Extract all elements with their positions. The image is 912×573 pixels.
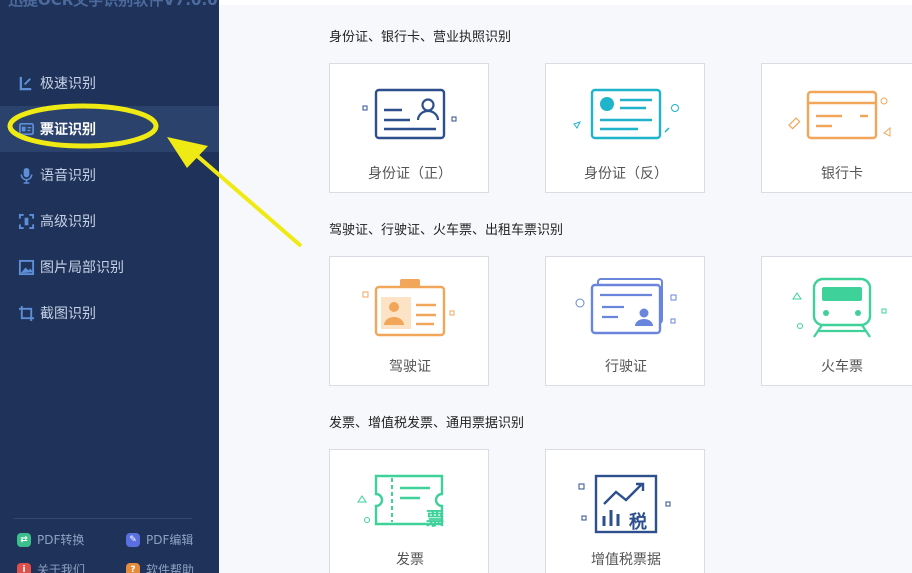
train-ticket-card[interactable]: 火车票 bbox=[761, 256, 912, 386]
speed-recognition-icon bbox=[17, 74, 35, 92]
pdf-edit-icon: ✎ bbox=[126, 532, 140, 547]
card-label: 驾驶证 bbox=[389, 359, 431, 375]
tool-link-label: PDF转换 bbox=[37, 533, 85, 547]
tool-link-label: 关于我们 bbox=[37, 563, 86, 573]
card-label: 银行卡 bbox=[821, 166, 863, 182]
sidebar-item-voice-recognition[interactable]: 语音识别 bbox=[0, 152, 219, 198]
sidebar-item-card-recognition[interactable]: 票证识别 bbox=[0, 106, 219, 152]
id-card-back-icon bbox=[573, 88, 679, 140]
sidebar-item-label: 图片局部识别 bbox=[40, 260, 124, 276]
card-label: 增值税票据 bbox=[591, 552, 661, 568]
sidebar-item-image-region[interactable]: 图片局部识别 bbox=[0, 244, 219, 290]
tool-link-label: PDF编辑 bbox=[146, 533, 194, 547]
card-label: 身份证（反） bbox=[584, 166, 668, 182]
id-card-front-card[interactable]: 身份证（正） bbox=[329, 63, 489, 193]
pdf-convert-icon: ⇄ bbox=[17, 532, 31, 547]
microphone-icon bbox=[17, 166, 35, 184]
invoice-icon: 票 bbox=[357, 474, 444, 530]
about-link[interactable]: i 关于我们 bbox=[17, 561, 85, 573]
driver-license-icon bbox=[362, 279, 455, 337]
section-title-invoice: 发票、增值税发票、通用票据识别 bbox=[329, 416, 525, 431]
sidebar-nav: 极速识别 票证识别 语音识别 高级识别 图片局部识别 截图识别 bbox=[0, 60, 219, 336]
advanced-scan-icon bbox=[17, 212, 35, 230]
card-label: 火车票 bbox=[821, 359, 863, 375]
sidebar-item-label: 高级识别 bbox=[40, 214, 96, 230]
vehicle-license-card[interactable]: 行驶证 bbox=[545, 256, 705, 386]
pdf-edit-link[interactable]: ✎ PDF编辑 bbox=[126, 531, 193, 548]
vat-invoice-card[interactable]: 税 增值税票据 bbox=[545, 449, 705, 573]
driver-license-card[interactable]: 驾驶证 bbox=[329, 256, 489, 386]
sidebar-divider bbox=[14, 518, 192, 519]
sidebar-item-label: 极速识别 bbox=[40, 76, 96, 92]
sidebar-item-advanced-recognition[interactable]: 高级识别 bbox=[0, 198, 219, 244]
bank-card-card[interactable]: 银行卡 bbox=[761, 63, 912, 193]
section-title-license-ticket: 驾驶证、行驶证、火车票、出租车票识别 bbox=[329, 223, 564, 238]
sidebar: 迅捷OCR文字识别软件V7.0.0.2 极速识别 票证识别 语音识别 高级识别 bbox=[0, 0, 219, 573]
bank-card-icon bbox=[788, 90, 891, 140]
vehicle-license-icon bbox=[575, 278, 677, 335]
about-icon: i bbox=[17, 562, 31, 573]
app-title: 迅捷OCR文字识别软件V7.0.0.2 bbox=[8, 0, 219, 9]
card-recognition-icon bbox=[17, 120, 35, 138]
sidebar-item-screenshot[interactable]: 截图识别 bbox=[0, 290, 219, 336]
tool-link-label: 软件帮助 bbox=[146, 563, 195, 573]
help-link[interactable]: ? 软件帮助 bbox=[126, 561, 194, 573]
sidebar-item-speed-recognition[interactable]: 极速识别 bbox=[0, 60, 219, 106]
card-label: 身份证（正） bbox=[368, 166, 452, 182]
section-title-id-bank: 身份证、银行卡、营业执照识别 bbox=[329, 30, 512, 45]
invoice-card[interactable]: 票 发票 bbox=[329, 449, 489, 573]
help-icon: ? bbox=[126, 562, 140, 573]
train-ticket-icon bbox=[792, 277, 887, 338]
sidebar-item-label: 票证识别 bbox=[40, 122, 96, 138]
main-top-strip bbox=[219, 0, 912, 5]
vat-invoice-icon: 税 bbox=[578, 474, 671, 534]
pdf-convert-link[interactable]: ⇄ PDF转换 bbox=[17, 531, 84, 548]
vat-glyph: 税 bbox=[629, 511, 647, 533]
image-region-icon bbox=[17, 258, 35, 276]
id-card-back-card[interactable]: 身份证（反） bbox=[545, 63, 705, 193]
card-label: 发票 bbox=[396, 552, 424, 568]
sidebar-item-label: 语音识别 bbox=[40, 168, 96, 184]
card-label: 行驶证 bbox=[605, 359, 647, 375]
id-card-front-icon bbox=[362, 88, 457, 140]
sidebar-item-label: 截图识别 bbox=[40, 306, 96, 322]
main-panel: 身份证、银行卡、营业执照识别 身份证（正） 身份证（反） 银行卡 驾驶证、行驶证… bbox=[219, 0, 912, 573]
invoice-glyph: 票 bbox=[426, 509, 444, 530]
screenshot-crop-icon bbox=[17, 304, 35, 322]
